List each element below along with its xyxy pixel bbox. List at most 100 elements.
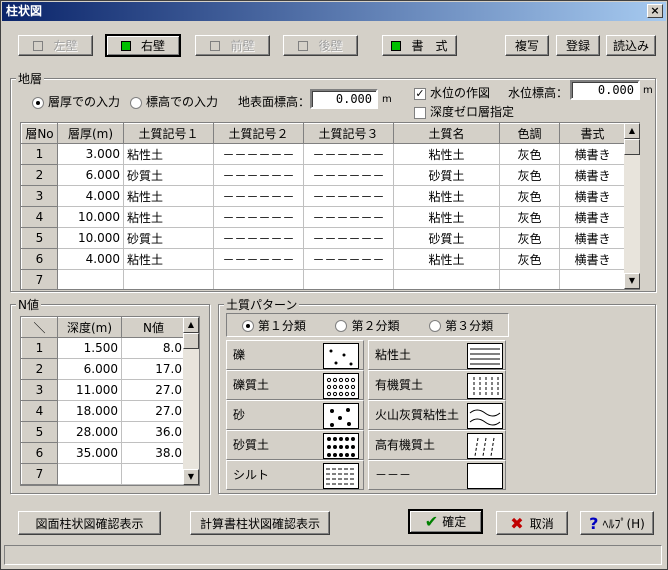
table-cell[interactable]: 砂質土 [123, 227, 214, 249]
table-cell[interactable] [121, 463, 186, 485]
table-row[interactable]: 1 3.000 粘性土 －－－－－－ －－－－－－ 粘性土 灰色 横書き [21, 143, 626, 165]
table-cell[interactable]: －－－－－－ [303, 248, 394, 270]
table-row[interactable]: 6 35.000 38.0 [21, 442, 186, 464]
pattern-right-item[interactable]: 粘性土 [368, 340, 506, 370]
close-button[interactable]: × [647, 4, 663, 18]
right-wall-button[interactable]: 右壁 [105, 34, 181, 57]
table-row[interactable]: 6 4.000 粘性土 －－－－－－ －－－－－－ 粘性土 灰色 横書き [21, 248, 626, 270]
table-cell[interactable]: 28.000 [57, 421, 122, 443]
table-cell[interactable]: 灰色 [499, 143, 560, 165]
table-cell[interactable]: －－－－－－ [213, 248, 304, 270]
table-cell[interactable]: 粘性土 [123, 248, 214, 270]
table-cell[interactable]: 18.000 [57, 400, 122, 422]
back-wall-button[interactable]: 後壁 [283, 35, 358, 56]
table-cell[interactable]: 粘性土 [393, 248, 500, 270]
table-cell[interactable]: 6.000 [57, 164, 124, 186]
ground-elevation-input[interactable]: 0.000 [310, 89, 378, 109]
class2-radio[interactable]: 第２分類 [335, 317, 399, 334]
scroll-thumb[interactable] [624, 139, 640, 155]
table-cell[interactable]: 横書き [559, 248, 626, 270]
pattern-left-item[interactable]: 礫 [226, 340, 364, 370]
table-cell[interactable] [123, 269, 214, 289]
table-cell[interactable]: 4.000 [57, 248, 124, 270]
pattern-right-item[interactable]: 高有機質土 [368, 430, 506, 460]
table-cell[interactable]: 8.0 [121, 337, 186, 359]
table-cell[interactable]: 灰色 [499, 185, 560, 207]
table-cell[interactable]: 10.000 [57, 227, 124, 249]
ok-button[interactable]: ✔ 確定 [408, 509, 483, 534]
table-cell[interactable]: －－－－－－ [303, 185, 394, 207]
table-cell[interactable]: 粘性土 [123, 185, 214, 207]
table-row[interactable]: 4 18.000 27.0 [21, 400, 186, 422]
table-cell[interactable] [213, 269, 304, 289]
table-cell[interactable]: 36.0 [121, 421, 186, 443]
table-cell[interactable]: －－－－－－ [303, 164, 394, 186]
table-cell[interactable] [57, 463, 122, 485]
table-cell[interactable]: 38.0 [121, 442, 186, 464]
table-cell[interactable]: 3.000 [57, 143, 124, 165]
thickness-radio[interactable]: 層厚での入力 [32, 93, 120, 110]
table-cell[interactable]: 横書き [559, 164, 626, 186]
table-cell[interactable]: －－－－－－ [303, 143, 394, 165]
format-button[interactable]: 書 式 [382, 35, 457, 56]
water-level-checkbox[interactable]: ✓ 水位の作図 [414, 84, 490, 101]
water-elevation-input[interactable]: 0.000 [570, 80, 640, 100]
table-cell[interactable]: －－－－－－ [213, 143, 304, 165]
table-cell[interactable]: 灰色 [499, 227, 560, 249]
table-row[interactable]: 4 10.000 粘性土 －－－－－－ －－－－－－ 粘性土 灰色 横書き [21, 206, 626, 228]
table-cell[interactable]: －－－－－－ [303, 206, 394, 228]
table-cell[interactable]: 6.000 [57, 358, 122, 380]
class3-radio[interactable]: 第３分類 [429, 317, 493, 334]
calc-confirm-button[interactable]: 計算書柱状図確認表示 [190, 511, 330, 535]
pattern-left-item[interactable]: シルト [226, 460, 364, 490]
table-cell[interactable]: 27.0 [121, 400, 186, 422]
table-cell[interactable]: －－－－－－ [213, 164, 304, 186]
pattern-left-item[interactable]: 砂 [226, 400, 364, 430]
register-button[interactable]: 登録 [556, 35, 600, 56]
table-row[interactable]: 2 6.000 17.0 [21, 358, 186, 380]
table-cell[interactable]: 砂質土 [393, 227, 500, 249]
table-cell[interactable]: 17.0 [121, 358, 186, 380]
table-cell[interactable]: 灰色 [499, 248, 560, 270]
table-row[interactable]: 5 10.000 砂質土 －－－－－－ －－－－－－ 砂質土 灰色 横書き [21, 227, 626, 249]
table-cell[interactable]: 灰色 [499, 164, 560, 186]
table-cell[interactable]: －－－－－－ [213, 206, 304, 228]
table-cell[interactable]: 粘性土 [123, 206, 214, 228]
table-cell[interactable]: －－－－－－ [213, 185, 304, 207]
table-row[interactable]: 1 1.500 8.0 [21, 337, 186, 359]
table-row[interactable]: 7 [21, 269, 626, 289]
pattern-left-item[interactable]: 砂質土 [226, 430, 364, 460]
table-row[interactable]: 3 11.000 27.0 [21, 379, 186, 401]
pattern-right-item[interactable]: 有機質土 [368, 370, 506, 400]
table-cell[interactable]: 10.000 [57, 206, 124, 228]
scroll-thumb[interactable] [183, 333, 199, 349]
table-cell[interactable]: 1.500 [57, 337, 122, 359]
table-cell[interactable]: －－－－－－ [303, 227, 394, 249]
class1-radio[interactable]: 第１分類 [241, 317, 306, 334]
scroll-down-icon[interactable]: ▼ [183, 469, 199, 485]
scroll-up-icon[interactable]: ▲ [624, 123, 640, 139]
table-cell[interactable]: 横書き [559, 185, 626, 207]
help-button[interactable]: ? ﾍﾙﾌﾟ(H) [580, 511, 654, 535]
table-cell[interactable] [57, 269, 124, 289]
pattern-left-item[interactable]: 礫質土 [226, 370, 364, 400]
load-button[interactable]: 読込み [606, 35, 656, 56]
table-cell[interactable] [393, 269, 500, 289]
table-row[interactable]: 5 28.000 36.0 [21, 421, 186, 443]
front-wall-button[interactable]: 前壁 [195, 35, 270, 56]
table-cell[interactable]: 27.0 [121, 379, 186, 401]
table-cell[interactable]: 粘性土 [123, 143, 214, 165]
table-cell[interactable]: 粘性土 [393, 143, 500, 165]
table-cell[interactable]: 横書き [559, 227, 626, 249]
pattern-right-item[interactable]: 火山灰質粘性土 [368, 400, 506, 430]
table-cell[interactable]: 横書き [559, 206, 626, 228]
pattern-right-item[interactable]: －－－ [368, 460, 506, 490]
table-row[interactable]: 2 6.000 砂質土 －－－－－－ －－－－－－ 砂質土 灰色 横書き [21, 164, 626, 186]
layer-table-scrollbar[interactable]: ▲ ▼ [624, 123, 640, 289]
table-cell[interactable]: 灰色 [499, 206, 560, 228]
table-cell[interactable]: 粘性土 [393, 185, 500, 207]
drawing-confirm-button[interactable]: 図面柱状図確認表示 [18, 511, 161, 535]
table-cell[interactable]: 4.000 [57, 185, 124, 207]
table-cell[interactable]: 横書き [559, 143, 626, 165]
table-cell[interactable] [499, 269, 560, 289]
